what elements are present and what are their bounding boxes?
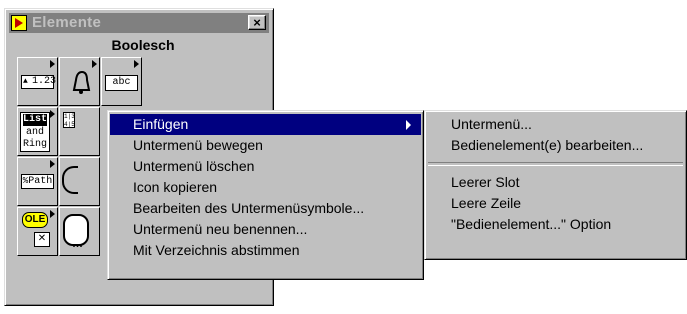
palette-subheading: Boolesch [111,37,175,53]
title-bar[interactable]: Elemente × [9,13,269,33]
submenu-arrow-icon [50,110,55,118]
palette-item-numeric[interactable]: ▲ 1.23 [17,57,58,106]
menu-item-untermenue-umbenennen[interactable]: Untermenü neu benennen... [110,219,421,240]
submenu-arrow-icon [406,120,411,130]
submenu-item-bedienelement-option[interactable]: "Bedienelement..." Option [427,214,684,235]
menu-item-einfuegen[interactable]: Einfügen [110,114,421,135]
window-title: Elemente [32,14,102,31]
submenu-arrow-icon [50,60,55,68]
context-menu: Einfügen Untermenü bewegen Untermenü lös… [107,110,424,280]
close-button[interactable]: × [248,15,266,30]
list-and-ring-icon: List and Ring [20,112,50,152]
string-icon: abc [105,75,138,91]
submenu-arrow-icon [50,210,55,218]
labview-app-icon [11,15,27,31]
path-icon: %Path [21,174,54,189]
palette-item-list-ring[interactable]: List and Ring [17,107,58,156]
menu-item-verzeichnis-abstimmen[interactable]: Mit Verzeichnis abstimmen [110,240,421,261]
submenu-arrow-icon [50,160,55,168]
ole-icon: OLE [22,212,48,228]
palette-item-refnum[interactable] [59,157,100,206]
numeric-icon: ▲ 1.23 [21,75,57,89]
submenu-item-leerer-slot[interactable]: Leerer Slot [427,172,684,193]
ole-container-icon: ✕ [34,232,50,247]
menu-separator [428,162,683,166]
palette-item-boolean[interactable] [59,57,100,106]
palette-item-decorations[interactable]: … [59,207,100,256]
submenu-item-untermenue[interactable]: Untermenü... [427,114,684,135]
array-cluster-icon: 1|3 4|5 [63,112,75,128]
menu-item-untermenue-bewegen[interactable]: Untermenü bewegen [110,135,421,156]
palette-item-path[interactable]: %Path [17,157,58,206]
submenu-arrow-icon [92,60,97,68]
submenu-einfuegen: Untermenü... Bedienelement(e) bearbeiten… [424,110,687,260]
palette-item-string[interactable]: abc [101,57,142,106]
palette-item-activex[interactable]: OLE ✕ [17,207,58,256]
menu-item-untermenuesymbole-bearbeiten[interactable]: Bearbeiten des Untermenüsymbole... [110,198,421,219]
bell-icon [72,70,91,94]
menu-item-icon-kopieren[interactable]: Icon kopieren [110,177,421,198]
submenu-arrow-icon [134,60,139,68]
ellipsis-icon: … [72,238,83,250]
menu-item-untermenue-loeschen[interactable]: Untermenü löschen [110,156,421,177]
refnum-icon [62,166,78,194]
submenu-item-bedienelemente-bearbeiten[interactable]: Bedienelement(e) bearbeiten... [427,135,684,156]
palette-item-array-cluster[interactable]: 1|3 4|5 [59,107,100,156]
submenu-item-leere-zeile[interactable]: Leere Zeile [427,193,684,214]
